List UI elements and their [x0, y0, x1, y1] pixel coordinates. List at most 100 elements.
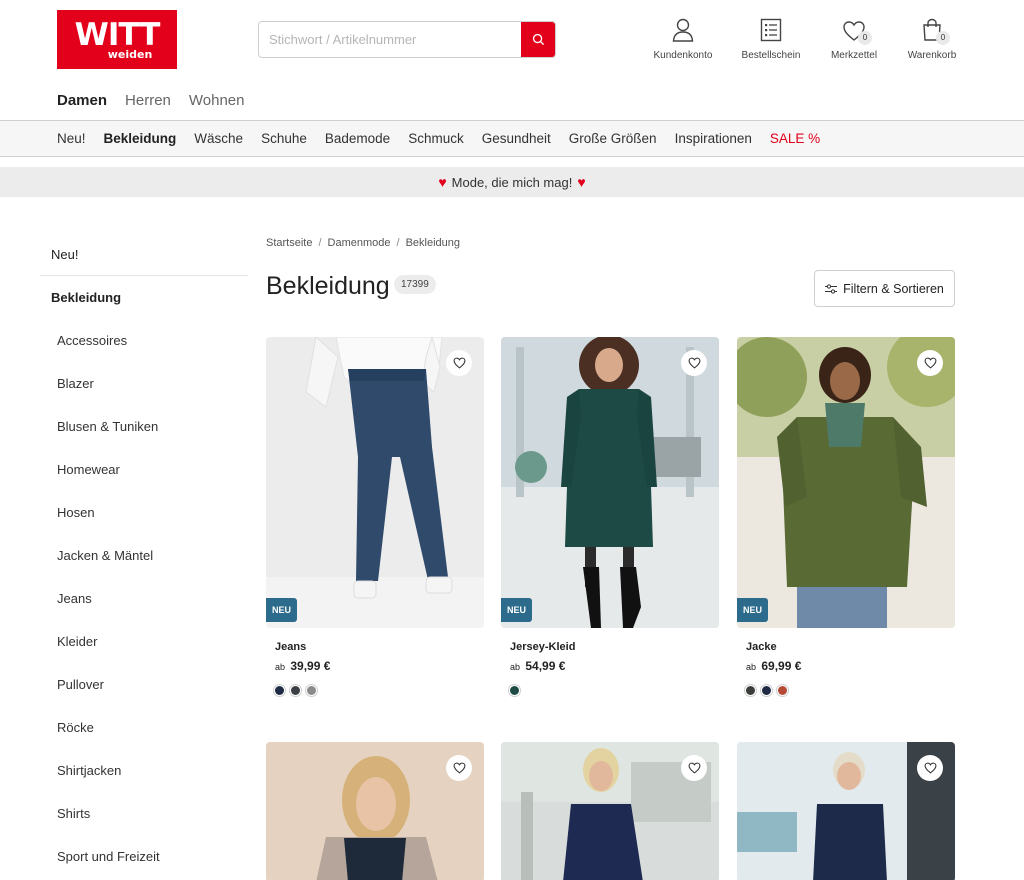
product-card[interactable] [266, 742, 484, 880]
color-swatch[interactable] [762, 686, 771, 695]
search-icon [532, 33, 544, 46]
color-swatch[interactable] [778, 686, 787, 695]
product-name[interactable]: Jersey-Kleid [510, 641, 719, 653]
nav-neu[interactable]: Neu! [57, 131, 86, 146]
filter-sliders-icon [825, 283, 838, 294]
price-prefix: ab [510, 662, 521, 672]
witt-weiden-logo[interactable]: WITT weiden [57, 10, 177, 69]
product-card[interactable] [501, 742, 719, 880]
nav-inspirationen[interactable]: Inspirationen [675, 131, 752, 146]
nav-schmuck[interactable]: Schmuck [408, 131, 464, 146]
result-count-badge: 17399 [394, 275, 436, 294]
sidebar-item-sport-freizeit[interactable]: Sport und Freizeit [40, 835, 248, 878]
sidebar-item-accessoires[interactable]: Accessoires [40, 319, 248, 362]
sidebar-item-hosen[interactable]: Hosen [40, 491, 248, 534]
promo-banner[interactable]: ♥ Mode, die mich mag! ♥ [0, 167, 1024, 197]
wishlist-toggle[interactable] [446, 350, 472, 376]
breadcrumb-startseite[interactable]: Startseite [266, 237, 312, 249]
filter-sort-label: Filtern & Sortieren [843, 281, 944, 296]
cart-link[interactable]: 0 Warenkorb [892, 14, 972, 61]
product-card-jeans[interactable]: NEU Jeans ab 39,99 € [266, 337, 484, 695]
tab-damen[interactable]: Damen [48, 84, 117, 122]
logo-wordmark: WITT [74, 17, 161, 53]
wishlist-toggle[interactable] [446, 755, 472, 781]
heart-icon [688, 762, 700, 774]
sidebar-item-blusen-tuniken[interactable]: Blusen & Tuniken [40, 405, 248, 448]
nav-waesche[interactable]: Wäsche [194, 131, 243, 146]
heart-icon: ♥ [577, 174, 586, 190]
product-card-jacke[interactable]: NEU Jacke ab 69,99 € [737, 337, 955, 695]
color-swatch[interactable] [291, 686, 300, 695]
heart-icon [924, 762, 936, 774]
price-prefix: ab [746, 662, 757, 672]
product-image[interactable]: NEU [737, 337, 955, 628]
color-swatch[interactable] [307, 686, 316, 695]
wishlist-toggle[interactable] [681, 350, 707, 376]
sidebar-item-pullover[interactable]: Pullover [40, 663, 248, 706]
new-badge: NEU [266, 598, 298, 622]
search-bar [258, 21, 556, 58]
color-swatch[interactable] [275, 686, 284, 695]
breadcrumb-damenmode[interactable]: Damenmode [328, 237, 391, 249]
wishlist-link[interactable]: 0 Merkzettel [814, 14, 894, 61]
breadcrumb-separator: / [318, 237, 322, 249]
search-input[interactable] [259, 22, 521, 57]
heart-icon: ♥ [438, 174, 447, 190]
sidebar-item-shirtjacken[interactable]: Shirtjacken [40, 749, 248, 792]
cart-label: Warenkorb [907, 50, 957, 61]
product-image[interactable]: NEU [501, 337, 719, 628]
product-image[interactable]: NEU [266, 337, 484, 628]
product-price: ab 69,99 € [746, 659, 955, 673]
color-swatches [275, 686, 484, 695]
product-image[interactable] [737, 742, 955, 880]
account-label: Kundenkonto [653, 50, 713, 61]
color-swatch[interactable] [746, 686, 755, 695]
nav-gesundheit[interactable]: Gesundheit [482, 131, 551, 146]
heart-icon [453, 762, 465, 774]
product-price: ab 54,99 € [510, 659, 719, 673]
sidebar-item-blazer[interactable]: Blazer [40, 362, 248, 405]
nav-bademode[interactable]: Bademode [325, 131, 390, 146]
category-sidebar: Neu! Bekleidung Accessoires Blazer Bluse… [40, 233, 248, 878]
color-swatches [746, 686, 955, 695]
breadcrumb: Startseite / Damenmode / Bekleidung [266, 237, 460, 249]
product-card[interactable] [737, 742, 955, 880]
heart-icon [924, 357, 936, 369]
product-image[interactable] [501, 742, 719, 880]
search-button[interactable] [521, 22, 555, 57]
product-photo-jersey-kleid [501, 337, 719, 628]
order-form-link[interactable]: Bestellschein [731, 14, 811, 61]
tab-wohnen[interactable]: Wohnen [180, 84, 254, 122]
order-form-label: Bestellschein [741, 50, 801, 61]
sidebar-item-neu[interactable]: Neu! [40, 233, 248, 276]
wishlist-label: Merkzettel [830, 50, 878, 61]
sidebar-item-jeans[interactable]: Jeans [40, 577, 248, 620]
sidebar-item-kleider[interactable]: Kleider [40, 620, 248, 663]
sidebar-item-jacken-maentel[interactable]: Jacken & Mäntel [40, 534, 248, 577]
page-title: Bekleidung [266, 272, 390, 300]
color-swatch[interactable] [510, 686, 519, 695]
product-name[interactable]: Jacke [746, 641, 955, 653]
filter-sort-button[interactable]: Filtern & Sortieren [814, 270, 955, 307]
sidebar-item-shirts[interactable]: Shirts [40, 792, 248, 835]
nav-schuhe[interactable]: Schuhe [261, 131, 307, 146]
wishlist-toggle[interactable] [917, 755, 943, 781]
new-badge: NEU [501, 598, 533, 622]
product-card-jersey-kleid[interactable]: NEU Jersey-Kleid ab 54,99 € [501, 337, 719, 695]
wishlist-toggle[interactable] [681, 755, 707, 781]
sidebar-item-homewear[interactable]: Homewear [40, 448, 248, 491]
sidebar-item-bekleidung[interactable]: Bekleidung [40, 276, 248, 319]
tab-herren[interactable]: Herren [116, 84, 180, 122]
account-link[interactable]: Kundenkonto [643, 14, 723, 61]
sidebar-item-roecke[interactable]: Röcke [40, 706, 248, 749]
price-value: 54,99 € [525, 659, 566, 673]
nav-sale[interactable]: SALE % [770, 131, 820, 146]
breadcrumb-separator: / [396, 237, 400, 249]
category-nav: Neu! Bekleidung Wäsche Schuhe Bademode S… [0, 120, 1024, 157]
order-form-icon [760, 18, 782, 42]
nav-bekleidung[interactable]: Bekleidung [104, 131, 177, 146]
nav-grosse-groessen[interactable]: Große Größen [569, 131, 657, 146]
wishlist-toggle[interactable] [917, 350, 943, 376]
product-name[interactable]: Jeans [275, 641, 484, 653]
product-image[interactable] [266, 742, 484, 880]
